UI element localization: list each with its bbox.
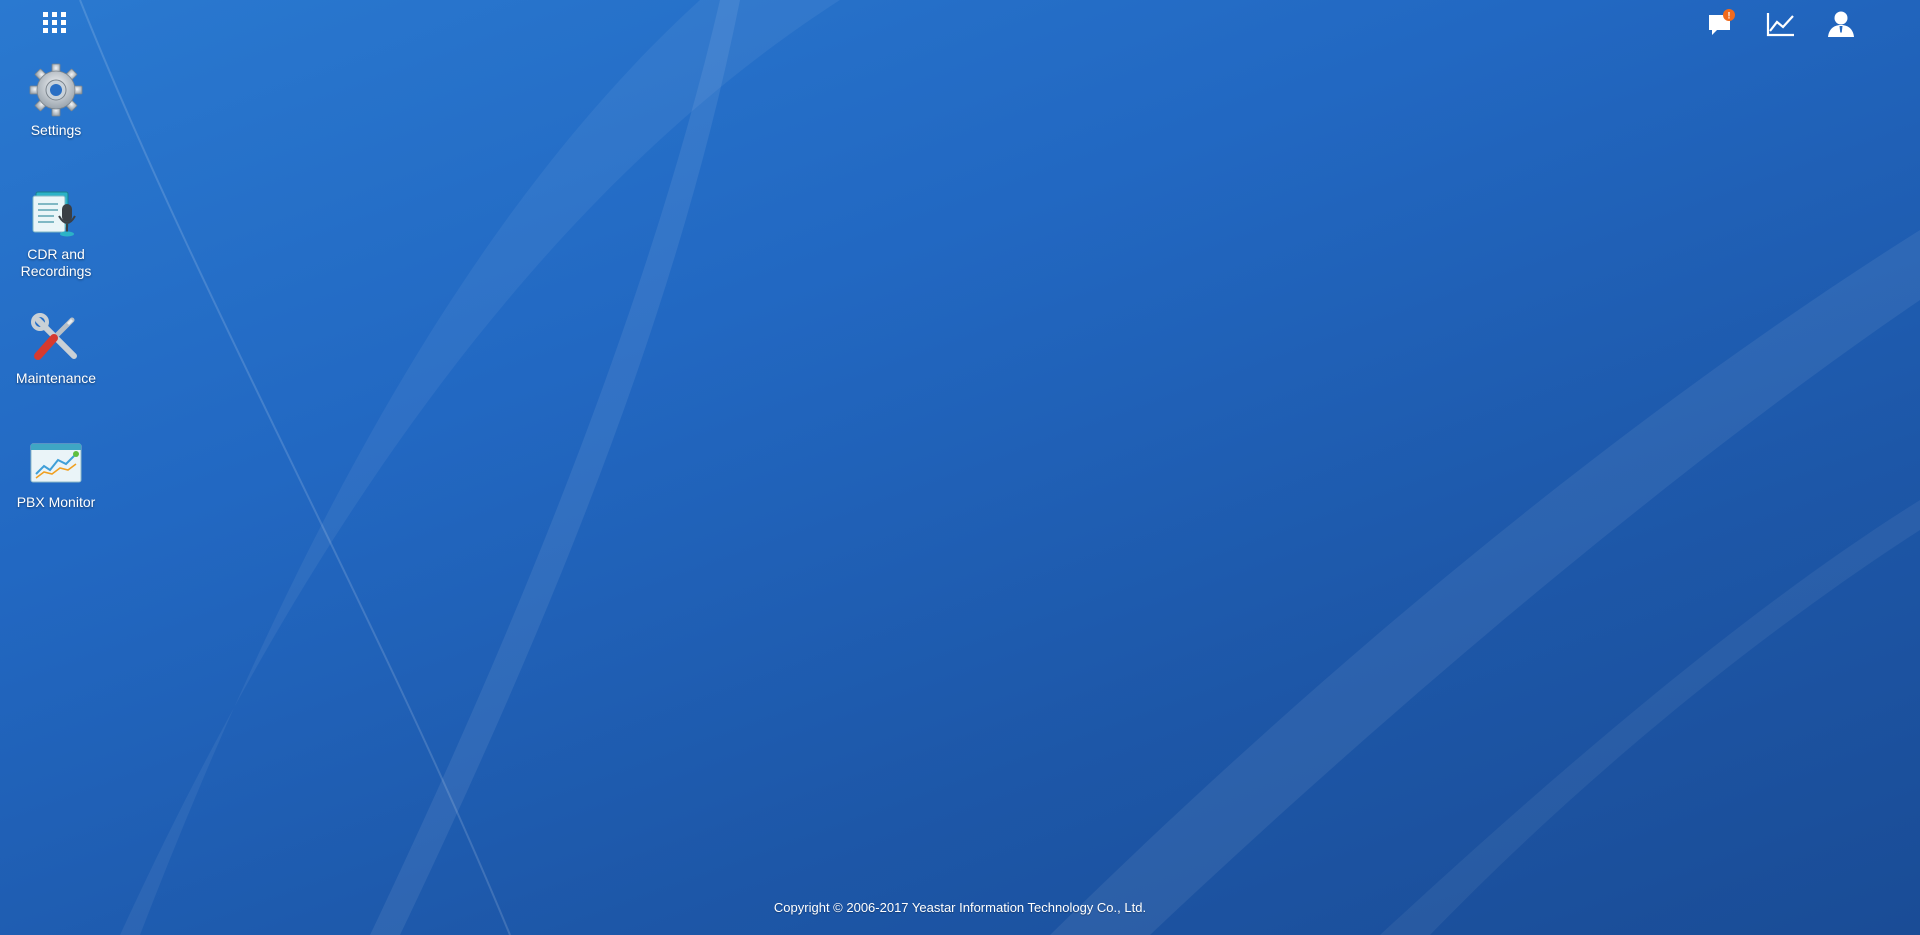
user-icon [1828, 11, 1854, 37]
desktop-icon-maintenance[interactable]: Maintenance [0, 310, 112, 387]
notifications-button[interactable]: ! [1702, 6, 1740, 42]
desktop-icon-pbx-monitor[interactable]: PBX Monitor [0, 434, 112, 511]
monitor-chart-icon [30, 443, 82, 483]
wallpaper [79, 0, 1920, 935]
tools-icon [31, 313, 77, 360]
copyright-text: Copyright © 2006-2017 Yeastar Informatio… [773, 900, 1147, 915]
gear-icon [29, 63, 83, 117]
statistics-icon [1766, 13, 1794, 37]
notification-badge: ! [1728, 11, 1731, 21]
notification-icon: ! [1709, 9, 1735, 35]
apps-launcher-button[interactable] [38, 9, 72, 37]
desktop-icon-cdr-recordings[interactable]: CDR and Recordings [0, 186, 112, 280]
statistics-button[interactable] [1762, 6, 1800, 42]
desktop-icon-label: CDR and Recordings [20, 246, 92, 279]
top-toolbar: ! [1702, 6, 1860, 42]
desktop-icon-label: Maintenance [15, 370, 97, 386]
desktop-icon-label: PBX Monitor [16, 494, 96, 510]
cdr-recordings-icon [32, 191, 76, 237]
apps-grid-icon [43, 12, 66, 33]
desktop-icon-label: Settings [30, 122, 82, 138]
user-button[interactable] [1822, 6, 1860, 42]
desktop-icon-settings[interactable]: Settings [0, 62, 112, 139]
